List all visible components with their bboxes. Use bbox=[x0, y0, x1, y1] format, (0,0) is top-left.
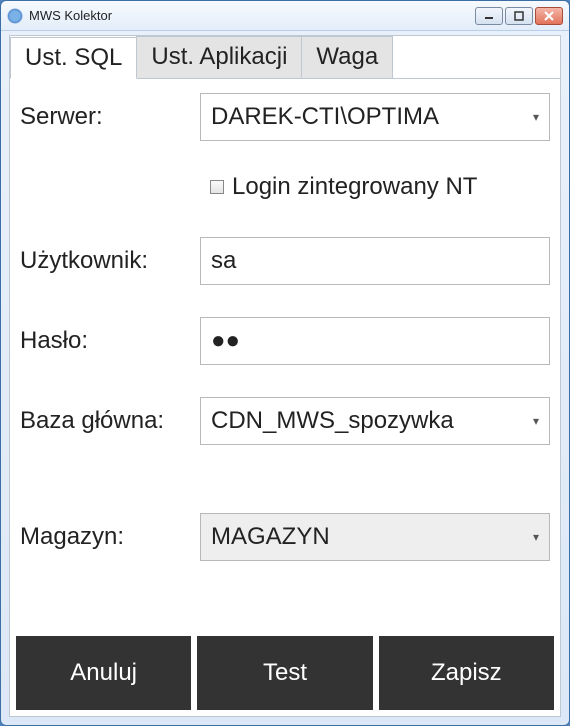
form: Serwer: DAREK-CTI\OPTIMA ▾ Login zintegr… bbox=[10, 79, 560, 561]
minimize-button[interactable] bbox=[475, 7, 503, 25]
server-value: DAREK-CTI\OPTIMA bbox=[211, 103, 439, 131]
window: MWS Kolektor Ust. SQL Ust. Aplikacji Wag… bbox=[0, 0, 570, 726]
client-area: Ust. SQL Ust. Aplikacji Waga Serwer: DAR… bbox=[9, 35, 561, 717]
user-label: Użytkownik: bbox=[20, 247, 200, 275]
password-label: Hasło: bbox=[20, 327, 200, 355]
server-label: Serwer: bbox=[20, 103, 200, 131]
nt-login-checkbox[interactable] bbox=[210, 180, 224, 194]
minimize-icon bbox=[484, 11, 494, 21]
chevron-down-icon: ▾ bbox=[533, 530, 539, 544]
tabs: Ust. SQL Ust. Aplikacji Waga bbox=[10, 36, 560, 79]
password-input[interactable]: ●● bbox=[200, 317, 550, 365]
warehouse-select[interactable]: MAGAZYN ▾ bbox=[200, 513, 550, 561]
window-controls bbox=[475, 7, 563, 25]
spacer bbox=[20, 477, 550, 513]
close-button[interactable] bbox=[535, 7, 563, 25]
warehouse-value: MAGAZYN bbox=[211, 523, 330, 551]
nt-login-label: Login zintegrowany NT bbox=[232, 173, 477, 201]
maximize-button[interactable] bbox=[505, 7, 533, 25]
test-button[interactable]: Test bbox=[197, 636, 372, 710]
user-value: sa bbox=[211, 247, 236, 275]
tab-sql[interactable]: Ust. SQL bbox=[10, 37, 137, 79]
maximize-icon bbox=[514, 11, 524, 21]
save-button[interactable]: Zapisz bbox=[379, 636, 554, 710]
user-input[interactable]: sa bbox=[200, 237, 550, 285]
app-icon bbox=[7, 8, 23, 24]
window-title: MWS Kolektor bbox=[29, 8, 475, 23]
maindb-select[interactable]: CDN_MWS_spozywka ▾ bbox=[200, 397, 550, 445]
titlebar: MWS Kolektor bbox=[1, 1, 569, 31]
tab-waga[interactable]: Waga bbox=[301, 36, 393, 78]
close-icon bbox=[544, 11, 554, 21]
server-select[interactable]: DAREK-CTI\OPTIMA ▾ bbox=[200, 93, 550, 141]
password-value: ●● bbox=[211, 327, 240, 355]
maindb-label: Baza główna: bbox=[20, 407, 200, 435]
tab-app[interactable]: Ust. Aplikacji bbox=[136, 36, 302, 78]
chevron-down-icon: ▾ bbox=[533, 110, 539, 124]
warehouse-label: Magazyn: bbox=[20, 523, 200, 551]
footer: Anuluj Test Zapisz bbox=[10, 630, 560, 716]
chevron-down-icon: ▾ bbox=[533, 414, 539, 428]
maindb-value: CDN_MWS_spozywka bbox=[211, 407, 454, 435]
cancel-button[interactable]: Anuluj bbox=[16, 636, 191, 710]
